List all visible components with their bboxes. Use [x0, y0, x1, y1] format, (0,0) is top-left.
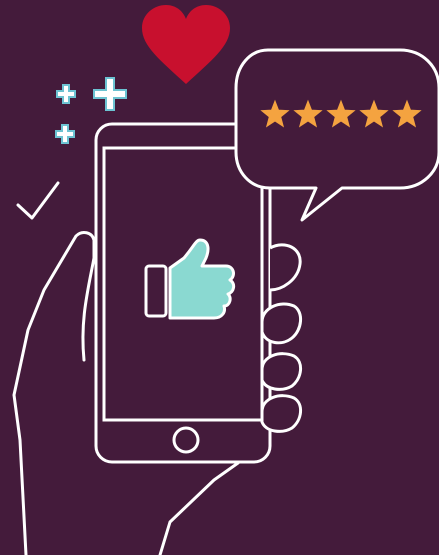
- sparkle-icon: [56, 84, 76, 104]
- sparkle-icon: [55, 124, 75, 144]
- heart-icon: [142, 5, 230, 84]
- illustration-canvas: [0, 0, 439, 555]
- checkmark-icon: [16, 181, 60, 220]
- illustration-svg: [12, 5, 439, 555]
- sparkle-icon: [93, 77, 127, 111]
